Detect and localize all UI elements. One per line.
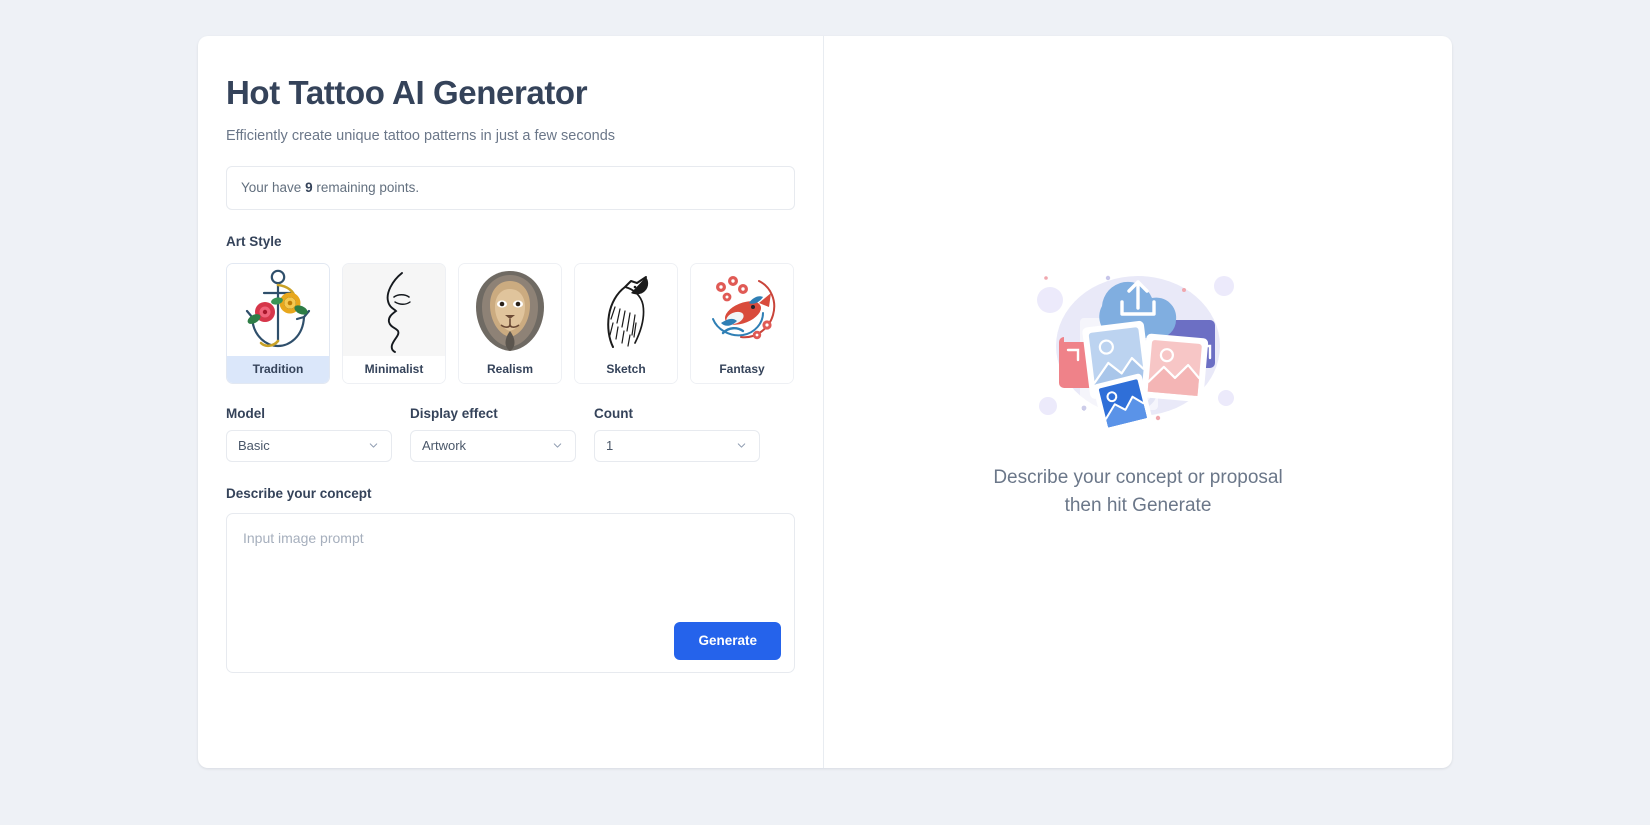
art-style-option-sketch[interactable]: Sketch (574, 262, 678, 384)
points-suffix: remaining points. (316, 180, 420, 196)
generation-settings: Model Basic Display effect Artwork Count (226, 406, 795, 462)
page-subtitle: Efficiently create unique tattoo pattern… (226, 127, 616, 144)
points-prefix: Your have (241, 180, 302, 196)
art-style-option-minimalist[interactable]: Minimalist (342, 262, 446, 384)
count-select-value: 1 (606, 438, 614, 454)
generate-button[interactable]: Generate (674, 621, 781, 660)
art-style-option-label: Tradition (227, 355, 329, 383)
art-style-option-tradition[interactable]: Tradition (226, 262, 330, 384)
art-style-option-label: Minimalist (343, 355, 445, 383)
preview-empty-line-2: then hit Generate (1064, 495, 1212, 516)
art-style-option-label: Realism (459, 355, 561, 383)
cloud-upload-images-illustration (1037, 276, 1234, 434)
art-style-option-realism[interactable]: Realism (458, 262, 562, 384)
model-select-value: Basic (238, 438, 270, 454)
chevron-down-icon (369, 443, 378, 449)
app-card: Hot Tattoo AI Generator Efficiently crea… (198, 36, 1452, 768)
count-label: Count (594, 405, 633, 421)
koi-fish-blossom-icon (691, 263, 793, 356)
art-style-option-label: Fantasy (691, 355, 793, 383)
preview-empty-message: Describe your concept or proposal then h… (993, 464, 1282, 519)
display-effect-field: Display effect Artwork (410, 406, 576, 462)
generator-form-panel: Hot Tattoo AI Generator Efficiently crea… (198, 36, 824, 768)
chevron-down-icon (737, 443, 746, 449)
chevron-down-icon (553, 443, 562, 449)
display-effect-select[interactable]: Artwork (410, 429, 576, 462)
display-effect-select-value: Artwork (422, 438, 467, 454)
page-title: Hot Tattoo AI Generator (226, 74, 588, 111)
face-line-art-icon (343, 263, 445, 356)
preview-empty-line-1: Describe your concept or proposal (993, 467, 1283, 489)
anchor-roses-tattoo-icon (227, 263, 329, 356)
lion-head-icon (459, 263, 561, 356)
points-value: 9 (305, 180, 313, 196)
model-field: Model Basic (226, 406, 392, 462)
count-select[interactable]: 1 (594, 429, 760, 462)
prompt-container: Generate (226, 512, 795, 673)
art-style-option-label: Sketch (575, 355, 677, 383)
model-label: Model (226, 405, 265, 421)
preview-panel: Describe your concept or proposal then h… (824, 36, 1452, 768)
howling-wolf-icon (575, 263, 677, 356)
count-field: Count 1 (594, 406, 760, 462)
prompt-label: Describe your concept (226, 485, 372, 501)
points-text: Your have 9 remaining points. (241, 180, 419, 195)
art-style-options: Tradition Minimalist Realism Sketch Fant… (226, 262, 795, 384)
model-select[interactable]: Basic (226, 429, 392, 462)
art-style-label: Art Style (226, 233, 282, 249)
display-effect-label: Display effect (410, 405, 498, 421)
points-banner: Your have 9 remaining points. (226, 165, 795, 210)
art-style-option-fantasy[interactable]: Fantasy (690, 262, 794, 384)
page-root: Hot Tattoo AI Generator Efficiently crea… (0, 0, 1650, 825)
